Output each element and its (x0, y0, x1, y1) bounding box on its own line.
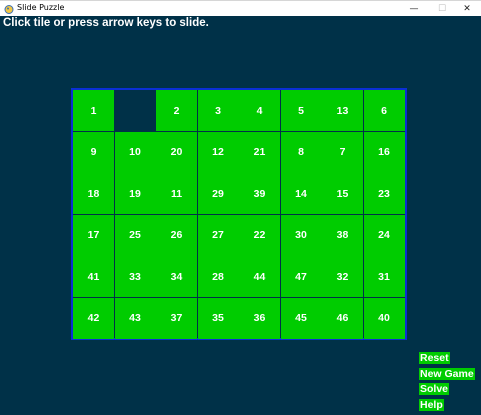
puzzle-tile[interactable]: 29 (197, 173, 239, 214)
puzzle-tile[interactable]: 31 (363, 256, 405, 297)
puzzle-tile[interactable]: 9 (73, 131, 114, 173)
puzzle-tile[interactable]: 24 (363, 214, 405, 256)
window-title: Slide Puzzle (17, 3, 65, 12)
puzzle-tile[interactable]: 39 (239, 173, 280, 214)
puzzle-tile[interactable]: 25 (114, 214, 156, 256)
puzzle-tile[interactable]: 7 (322, 131, 363, 173)
puzzle-tile[interactable]: 23 (363, 173, 405, 214)
solve-button[interactable]: Solve (419, 383, 450, 395)
puzzle-tile[interactable]: 1 (73, 90, 114, 131)
puzzle-tile[interactable]: 16 (363, 131, 405, 173)
puzzle-tile[interactable]: 41 (73, 256, 114, 297)
puzzle-tile[interactable]: 28 (197, 256, 239, 297)
puzzle-tile[interactable]: 44 (239, 256, 280, 297)
puzzle-tile[interactable]: 15 (322, 173, 363, 214)
puzzle-tile[interactable]: 47 (280, 256, 322, 297)
puzzle-tile[interactable]: 14 (280, 173, 322, 214)
puzzle-tile[interactable]: 8 (280, 131, 322, 173)
puzzle-tile[interactable]: 36 (239, 297, 280, 339)
puzzle-tile[interactable]: 12 (197, 131, 239, 173)
puzzle-tile[interactable]: 38 (322, 214, 363, 256)
app-icon (4, 5, 14, 14)
puzzle-tile[interactable]: 17 (73, 214, 114, 256)
help-button[interactable]: Help (419, 399, 444, 411)
game-canvas: Click tile or press arrow keys to slide.… (0, 16, 481, 415)
puzzle-tile[interactable]: 5 (280, 90, 322, 131)
minimize-icon[interactable]: — (400, 1, 428, 17)
puzzle-tile[interactable]: 30 (280, 214, 322, 256)
puzzle-tile[interactable]: 22 (239, 214, 280, 256)
puzzle-tile[interactable]: 45 (280, 297, 322, 339)
puzzle-tile[interactable]: 10 (114, 131, 156, 173)
puzzle-tile[interactable]: 20 (156, 131, 197, 173)
puzzle-tile[interactable]: 6 (363, 90, 405, 131)
puzzle-tile[interactable]: 35 (197, 297, 239, 339)
puzzle-tile[interactable]: 46 (322, 297, 363, 339)
new-game-button[interactable]: New Game (419, 368, 475, 380)
puzzle-board: 1 2 3 4 5 13 6 9 10 20 12 21 8 7 16 18 19 11 29 39 14 15 23 17 2… (71, 88, 407, 340)
puzzle-tile[interactable]: 2 (156, 90, 197, 131)
puzzle-tile[interactable]: 37 (156, 297, 197, 339)
window-titlebar: Slide Puzzle — ☐ ✕ (0, 0, 481, 16)
puzzle-tile[interactable]: 42 (73, 297, 114, 339)
maximize-icon[interactable]: ☐ (428, 1, 456, 17)
puzzle-tile[interactable]: 43 (114, 297, 156, 339)
puzzle-tile[interactable]: 32 (322, 256, 363, 297)
puzzle-tile[interactable]: 21 (239, 131, 280, 173)
puzzle-tile[interactable]: 18 (73, 173, 114, 214)
puzzle-tile[interactable]: 34 (156, 256, 197, 297)
puzzle-tile[interactable]: 19 (114, 173, 156, 214)
puzzle-tile[interactable]: 3 (197, 90, 239, 131)
puzzle-tile[interactable]: 13 (322, 90, 363, 131)
instructions-text: Click tile or press arrow keys to slide. (3, 17, 209, 29)
reset-button[interactable]: Reset (419, 352, 450, 364)
puzzle-tile[interactable]: 26 (156, 214, 197, 256)
puzzle-tile[interactable]: 27 (197, 214, 239, 256)
close-icon[interactable]: ✕ (453, 1, 481, 17)
puzzle-tile[interactable]: 4 (239, 90, 280, 131)
puzzle-tile[interactable]: 40 (363, 297, 405, 339)
puzzle-tile[interactable]: 11 (156, 173, 197, 214)
puzzle-tile[interactable]: 33 (114, 256, 156, 297)
